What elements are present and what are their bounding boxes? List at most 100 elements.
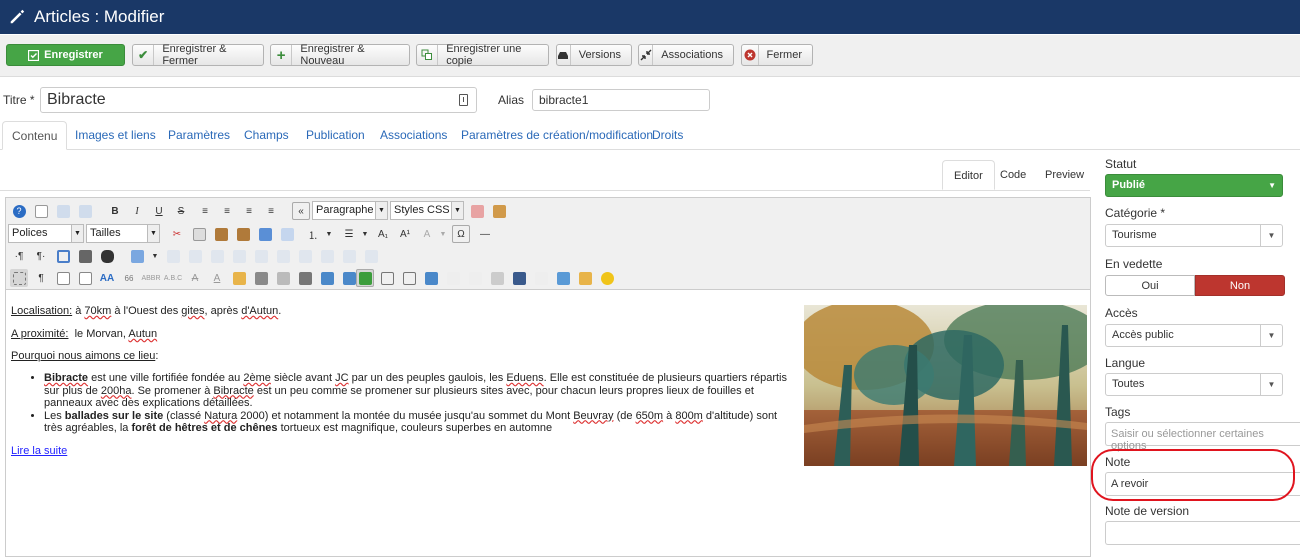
show-blocks-icon[interactable]: ¶ <box>32 269 50 287</box>
ltr-icon[interactable]: ·¶ <box>10 247 28 265</box>
status-select[interactable]: Publié ▼ <box>1105 174 1283 197</box>
title-input[interactable]: Bibracte <box>40 87 477 113</box>
abbr-icon[interactable]: ABBR <box>141 269 160 287</box>
save-close-button[interactable]: ✔ Enregistrer & Fermer <box>132 43 264 67</box>
paste-word-icon[interactable] <box>488 269 506 287</box>
spellcheck-icon[interactable] <box>356 269 374 287</box>
disabled-icon[interactable] <box>466 269 484 287</box>
superscript-icon[interactable]: A¹ <box>396 225 414 243</box>
cut-icon[interactable]: ✂ <box>168 225 186 243</box>
del-icon[interactable]: A <box>186 269 204 287</box>
delete-row-icon[interactable] <box>252 247 270 265</box>
unlink-icon[interactable] <box>274 269 292 287</box>
align-right-icon[interactable]: ≡ <box>262 202 280 220</box>
italic-icon[interactable]: I <box>128 202 146 220</box>
save-disk-icon[interactable] <box>510 269 528 287</box>
print-icon[interactable] <box>76 247 94 265</box>
pagebreak-icon[interactable] <box>378 269 396 287</box>
version-note-input[interactable] <box>1105 521 1300 545</box>
outdent-icon[interactable] <box>278 225 296 243</box>
char-counter-icon[interactable] <box>459 94 468 106</box>
save-new-button[interactable]: + Enregistrer & Nouveau <box>270 43 410 67</box>
featured-no-button[interactable]: Non <box>1195 275 1285 296</box>
visual-aid-icon[interactable] <box>10 269 28 287</box>
tab-parameters[interactable]: Paramètres <box>168 121 230 150</box>
fullscreen-icon[interactable] <box>54 247 72 265</box>
strikethrough-icon[interactable]: S <box>172 202 190 220</box>
horizontal-rule-icon[interactable]: — <box>476 225 494 243</box>
save-button[interactable]: Enregistrer <box>6 44 125 66</box>
associations-button[interactable]: Associations <box>638 44 734 66</box>
cite-icon[interactable]: 66 <box>120 269 138 287</box>
table-row-props-icon[interactable] <box>164 247 182 265</box>
save-copy-button[interactable]: Enregistrer une copie <box>416 43 549 67</box>
tags-input[interactable]: Saisir ou sélectionner certaines options <box>1105 422 1300 452</box>
chevron-down-icon[interactable]: ▼ <box>320 225 338 243</box>
chevron-down-icon[interactable]: ▼ <box>146 247 164 265</box>
find-icon[interactable] <box>98 247 116 265</box>
tab-permissions[interactable]: Droits <box>652 121 683 150</box>
format-select[interactable]: Paragraphe ▼ <box>312 201 388 220</box>
paste-icon[interactable] <box>212 225 230 243</box>
template-icon[interactable] <box>54 269 72 287</box>
tab-contenu[interactable]: Contenu <box>2 121 68 150</box>
tab-fields[interactable]: Champs <box>244 121 289 150</box>
insert-col-after-icon[interactable] <box>296 247 314 265</box>
disabled-icon[interactable] <box>532 269 550 287</box>
readmore-link[interactable]: Lire la suite <box>11 445 67 457</box>
delete-col-icon[interactable] <box>318 247 336 265</box>
undo-icon[interactable] <box>54 202 72 220</box>
align-center-icon[interactable]: ≡ <box>218 202 236 220</box>
size-select[interactable]: Tailles ▼ <box>86 224 160 243</box>
disabled-icon[interactable] <box>444 269 462 287</box>
font-select[interactable]: Polices ▼ <box>8 224 84 243</box>
featured-toggle[interactable]: Oui Non <box>1105 275 1285 296</box>
rtl-icon[interactable]: ¶· <box>32 247 50 265</box>
language-select[interactable]: Toutes ▼ <box>1105 373 1283 396</box>
ins-icon[interactable]: A <box>208 269 226 287</box>
tab-associations[interactable]: Associations <box>380 121 447 150</box>
merge-cells-icon[interactable] <box>362 247 380 265</box>
chevron-down-icon[interactable]: ▼ <box>356 225 374 243</box>
insert-row-before-icon[interactable] <box>208 247 226 265</box>
tab-preview[interactable]: Preview <box>1045 160 1084 190</box>
category-select[interactable]: Tourisme ▼ <box>1105 224 1283 247</box>
copy-icon[interactable] <box>190 225 208 243</box>
eraser-icon[interactable] <box>468 202 486 220</box>
forest-photo[interactable] <box>804 305 1087 466</box>
bold-icon[interactable]: B <box>106 202 124 220</box>
new-file-icon[interactable] <box>554 269 572 287</box>
table-icon[interactable] <box>128 247 146 265</box>
blockquote-icon[interactable]: « <box>292 202 310 220</box>
close-button[interactable]: Fermer <box>741 44 813 66</box>
style-props-icon[interactable]: AA <box>98 269 116 287</box>
tab-images-links[interactable]: Images et liens <box>75 121 156 150</box>
help-icon[interactable]: ? <box>10 202 28 220</box>
readmore-icon[interactable] <box>400 269 418 287</box>
image-icon[interactable] <box>318 269 336 287</box>
broom-icon[interactable] <box>490 202 508 220</box>
link-icon[interactable] <box>296 269 314 287</box>
featured-yes-button[interactable]: Oui <box>1105 275 1195 296</box>
justify-icon[interactable]: ≡ <box>196 202 214 220</box>
tab-code[interactable]: Code <box>1000 160 1026 190</box>
styles-select[interactable]: Styles CSS ▼ <box>390 201 464 220</box>
special-char-icon[interactable]: Ω <box>452 225 470 243</box>
insert-date-icon[interactable] <box>76 269 94 287</box>
redo-icon[interactable] <box>76 202 94 220</box>
indent-icon[interactable] <box>256 225 274 243</box>
alias-input[interactable]: bibracte1 <box>532 89 710 111</box>
acronym-icon[interactable]: A.B.C <box>164 269 182 287</box>
underline-icon[interactable]: U <box>150 202 168 220</box>
tab-publishing[interactable]: Publication <box>306 121 365 150</box>
new-document-icon[interactable] <box>32 202 50 220</box>
attributes-icon[interactable] <box>230 269 248 287</box>
insert-col-before-icon[interactable] <box>274 247 292 265</box>
subscript-icon[interactable]: A₁ <box>374 225 392 243</box>
editor-content[interactable]: Localisation: à 70km à l'Ouest des gites… <box>6 291 1090 556</box>
align-left-icon[interactable]: ≡ <box>240 202 258 220</box>
versions-button[interactable]: Versions <box>556 44 632 66</box>
access-select[interactable]: Accès public ▼ <box>1105 324 1283 347</box>
insert-image-icon[interactable] <box>422 269 440 287</box>
chevron-down-icon[interactable]: ▼ <box>434 225 452 243</box>
